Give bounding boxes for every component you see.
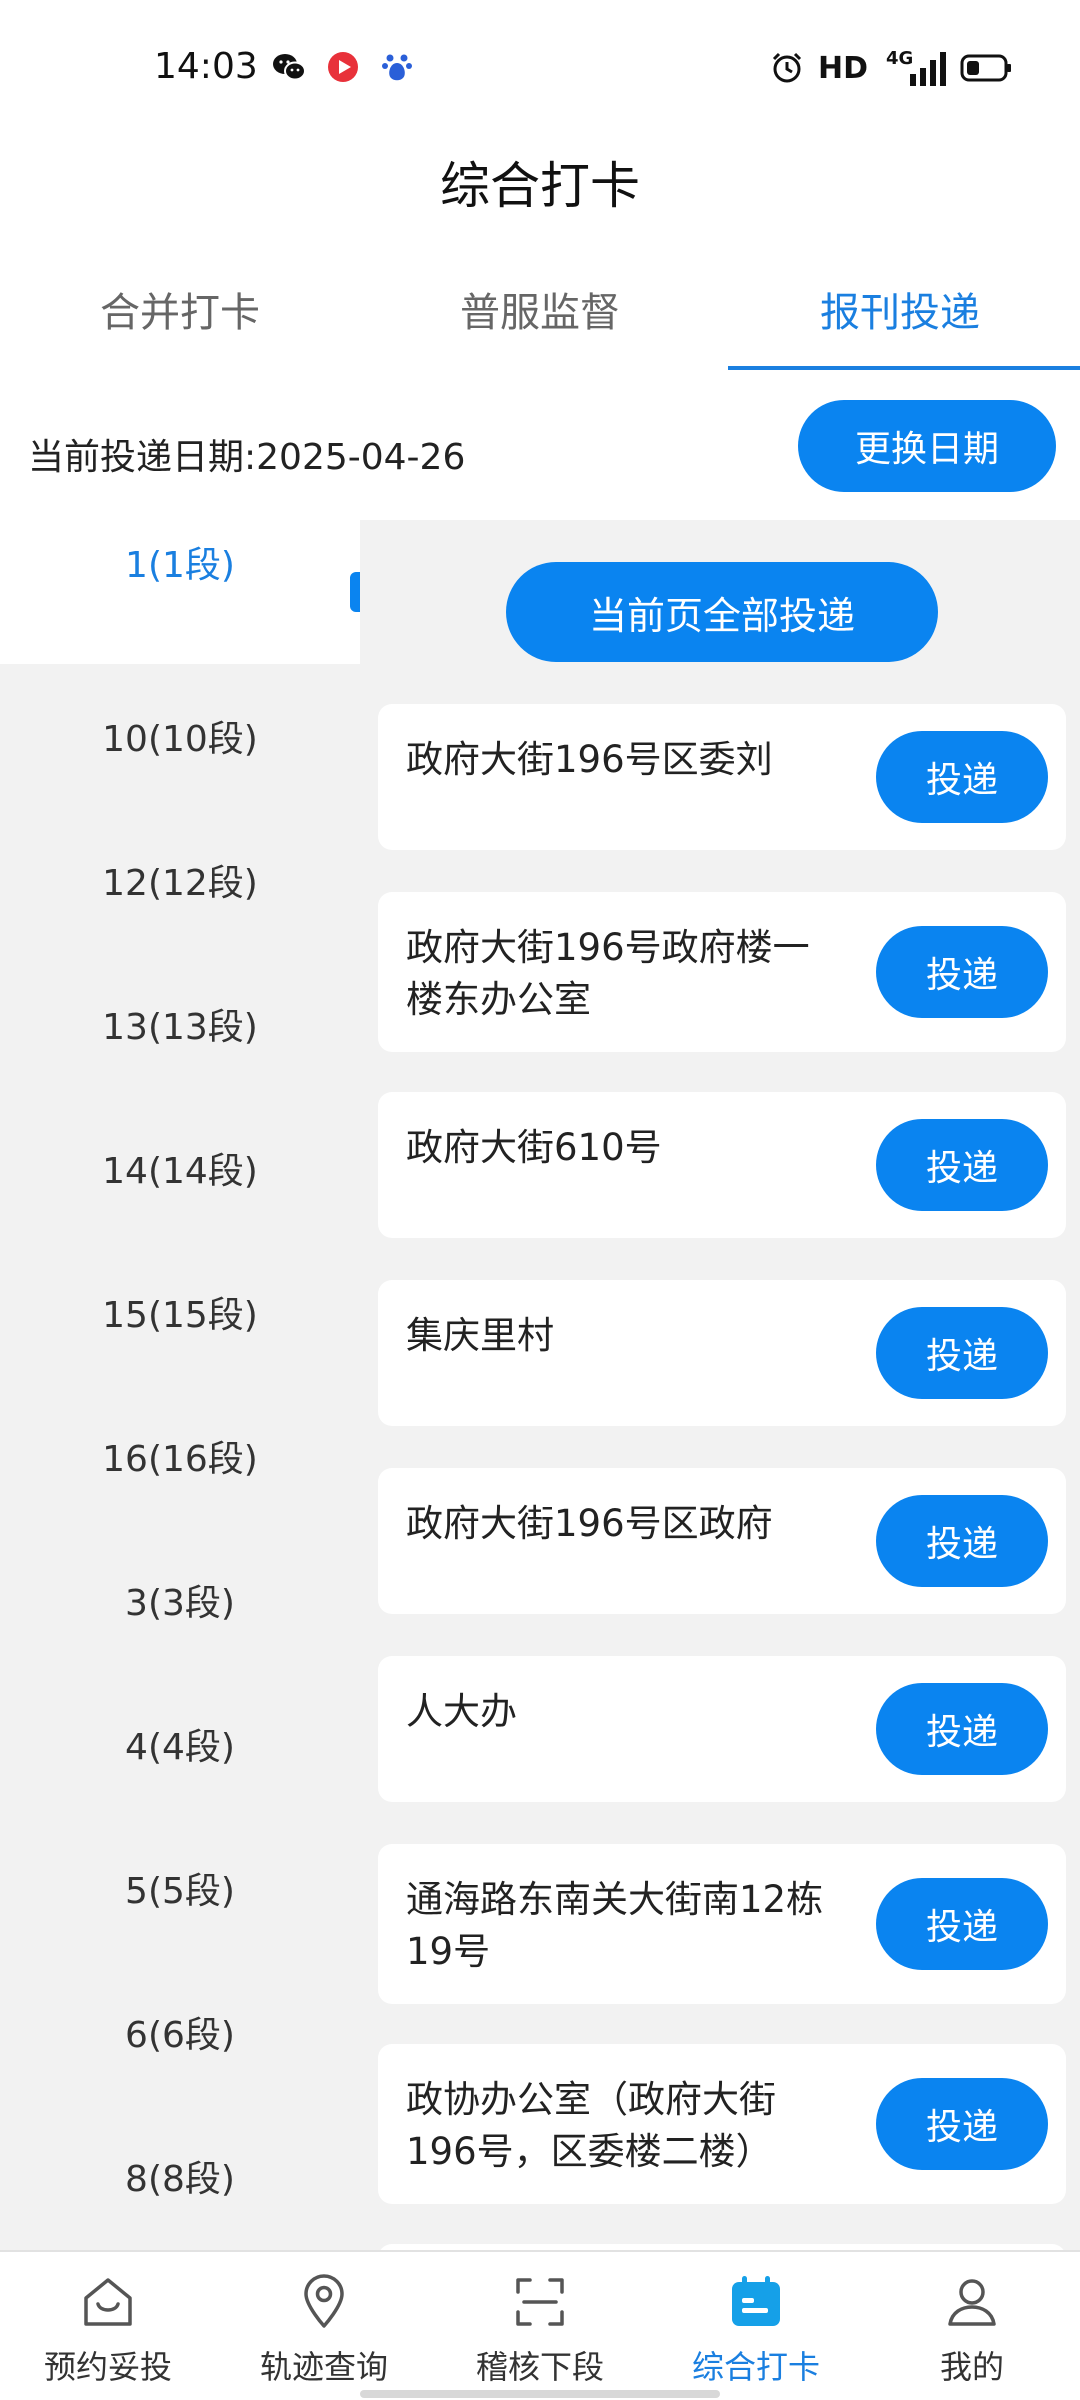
delivery-address: 通海路东南关大街南12栋19号 xyxy=(406,1878,824,1973)
hd-label: HD xyxy=(817,50,868,86)
deliver-button[interactable]: 投递 xyxy=(876,1495,1048,1587)
nav-item-mine[interactable]: 我的 xyxy=(864,2252,1080,2400)
delivery-address: 集庆里村 xyxy=(406,1314,554,1357)
status-indicators: HD 4G xyxy=(770,48,1012,88)
home-indicator[interactable] xyxy=(360,2390,720,2398)
page-title: 综合打卡 xyxy=(440,157,640,215)
deliver-all-button[interactable]: 当前页全部投递 xyxy=(506,562,938,662)
segment-item[interactable]: 13(13段) xyxy=(0,952,360,1096)
segment-item[interactable]: 3(3段) xyxy=(0,1528,360,1672)
battery-icon xyxy=(960,54,1011,82)
location-pin-icon xyxy=(304,2274,344,2328)
segment-item[interactable]: 8(8段) xyxy=(0,2104,360,2248)
nav-label: 我的 xyxy=(939,2348,1004,2386)
baidu-icon xyxy=(382,54,412,81)
status-time: 14:03 xyxy=(154,46,258,87)
user-icon xyxy=(948,2279,996,2326)
status-bar: 14:03 HD 4G xyxy=(0,0,1080,130)
delivery-list[interactable]: 当前页全部投递 政府大街196号区委刘 投递 政府大街196号政府楼一楼东办公室… xyxy=(360,520,1080,2250)
nav-label: 稽核下段 xyxy=(475,2348,604,2386)
nav-item-checkin[interactable]: 综合打卡 xyxy=(648,2252,864,2400)
delivery-card: 政府大街196号区委刘 投递 xyxy=(378,704,1066,850)
delivery-address: 人大办 xyxy=(406,1690,517,1733)
screen: 14:03 HD 4G 综合打卡 合并打卡 普服监督 报刊投递 当前投递日期:2… xyxy=(0,0,1080,2400)
segment-item[interactable]: 12(12段) xyxy=(0,808,360,952)
tab-merge-checkin[interactable]: 合并打卡 xyxy=(0,270,360,378)
delivery-card: 政府大街196号政府楼一楼东办公室 投递 xyxy=(378,892,1066,1052)
segment-item[interactable]: 14(14段) xyxy=(0,1096,360,1240)
segment-item[interactable]: 16(16段) xyxy=(0,1384,360,1528)
delivery-date-row: 当前投递日期:2025-04-26 更换日期 xyxy=(0,400,1080,520)
delivery-address: 政协办公室（政府大街196号，区委楼二楼） xyxy=(406,2078,776,2173)
nav-label: 综合打卡 xyxy=(691,2348,820,2386)
segment-item[interactable]: 1(1段) xyxy=(0,520,360,664)
home-bag-icon xyxy=(84,2278,132,2326)
signal-icon: 4G xyxy=(882,48,946,88)
nav-label: 轨迹查询 xyxy=(259,2348,388,2386)
segment-item[interactable]: 6(6段) xyxy=(0,1960,360,2104)
tab-newspaper-delivery[interactable]: 报刊投递 xyxy=(720,270,1080,378)
nav-item-audit[interactable]: 稽核下段 xyxy=(432,2252,648,2400)
deliver-button[interactable]: 投递 xyxy=(876,731,1048,823)
deliver-button[interactable]: 投递 xyxy=(876,1307,1048,1399)
calendar-icon xyxy=(732,2276,780,2326)
delivery-date-text: 当前投递日期:2025-04-26 xyxy=(28,437,466,478)
tab-universal-service[interactable]: 普服监督 xyxy=(360,270,720,378)
delivery-card: 通海路东南关大街南12栋19号 投递 xyxy=(378,1844,1066,2004)
segment-item[interactable]: 4(4段) xyxy=(0,1672,360,1816)
deliver-button[interactable]: 投递 xyxy=(876,1119,1048,1211)
deliver-button[interactable]: 投递 xyxy=(876,1683,1048,1775)
delivery-card: 政府大街610号 投递 xyxy=(378,1092,1066,1238)
wechat-icon xyxy=(273,54,306,81)
delivery-card: 政协办公室（政府大街196号，区委楼二楼） 投递 xyxy=(378,2044,1066,2204)
delivery-card: 政府大街196号区政府 投递 xyxy=(378,1468,1066,1614)
delivery-address: 政府大街196号区委刘 xyxy=(406,738,773,781)
deliver-button[interactable]: 投递 xyxy=(876,926,1048,1018)
delivery-address: 政府大街196号区政府 xyxy=(406,1502,773,1545)
nav-label: 预约妥投 xyxy=(43,2348,172,2386)
tab-bar: 合并打卡 普服监督 报刊投递 xyxy=(0,270,1080,378)
bottom-nav: 预约妥投 轨迹查询 稽核下段 综合打卡 我的 xyxy=(0,2250,1080,2400)
segment-item[interactable]: 15(15段) xyxy=(0,1240,360,1384)
change-date-button[interactable]: 更换日期 xyxy=(798,400,1056,492)
delivery-address: 政府大街610号 xyxy=(406,1126,662,1169)
delivery-address: 政府大街196号政府楼一楼东办公室 xyxy=(406,926,810,1021)
segment-selection-marker xyxy=(350,572,360,612)
segment-list[interactable]: 1(1段) 10(10段) 12(12段) 13(13段) 14(14段) 15… xyxy=(0,520,360,2250)
nav-item-track[interactable]: 轨迹查询 xyxy=(216,2252,432,2400)
deliver-button[interactable]: 投递 xyxy=(876,1878,1048,1970)
scan-icon xyxy=(516,2278,564,2326)
delivery-card: 集庆里村 投递 xyxy=(378,1280,1066,1426)
delivery-card: 人大办 投递 xyxy=(378,1656,1066,1802)
segment-item[interactable]: 5(5段) xyxy=(0,1816,360,1960)
video-app-icon xyxy=(328,52,358,82)
nav-item-appointment[interactable]: 预约妥投 xyxy=(0,2252,216,2400)
alarm-icon xyxy=(772,52,802,83)
segment-item[interactable]: 10(10段) xyxy=(0,664,360,808)
deliver-button[interactable]: 投递 xyxy=(876,2078,1048,2170)
